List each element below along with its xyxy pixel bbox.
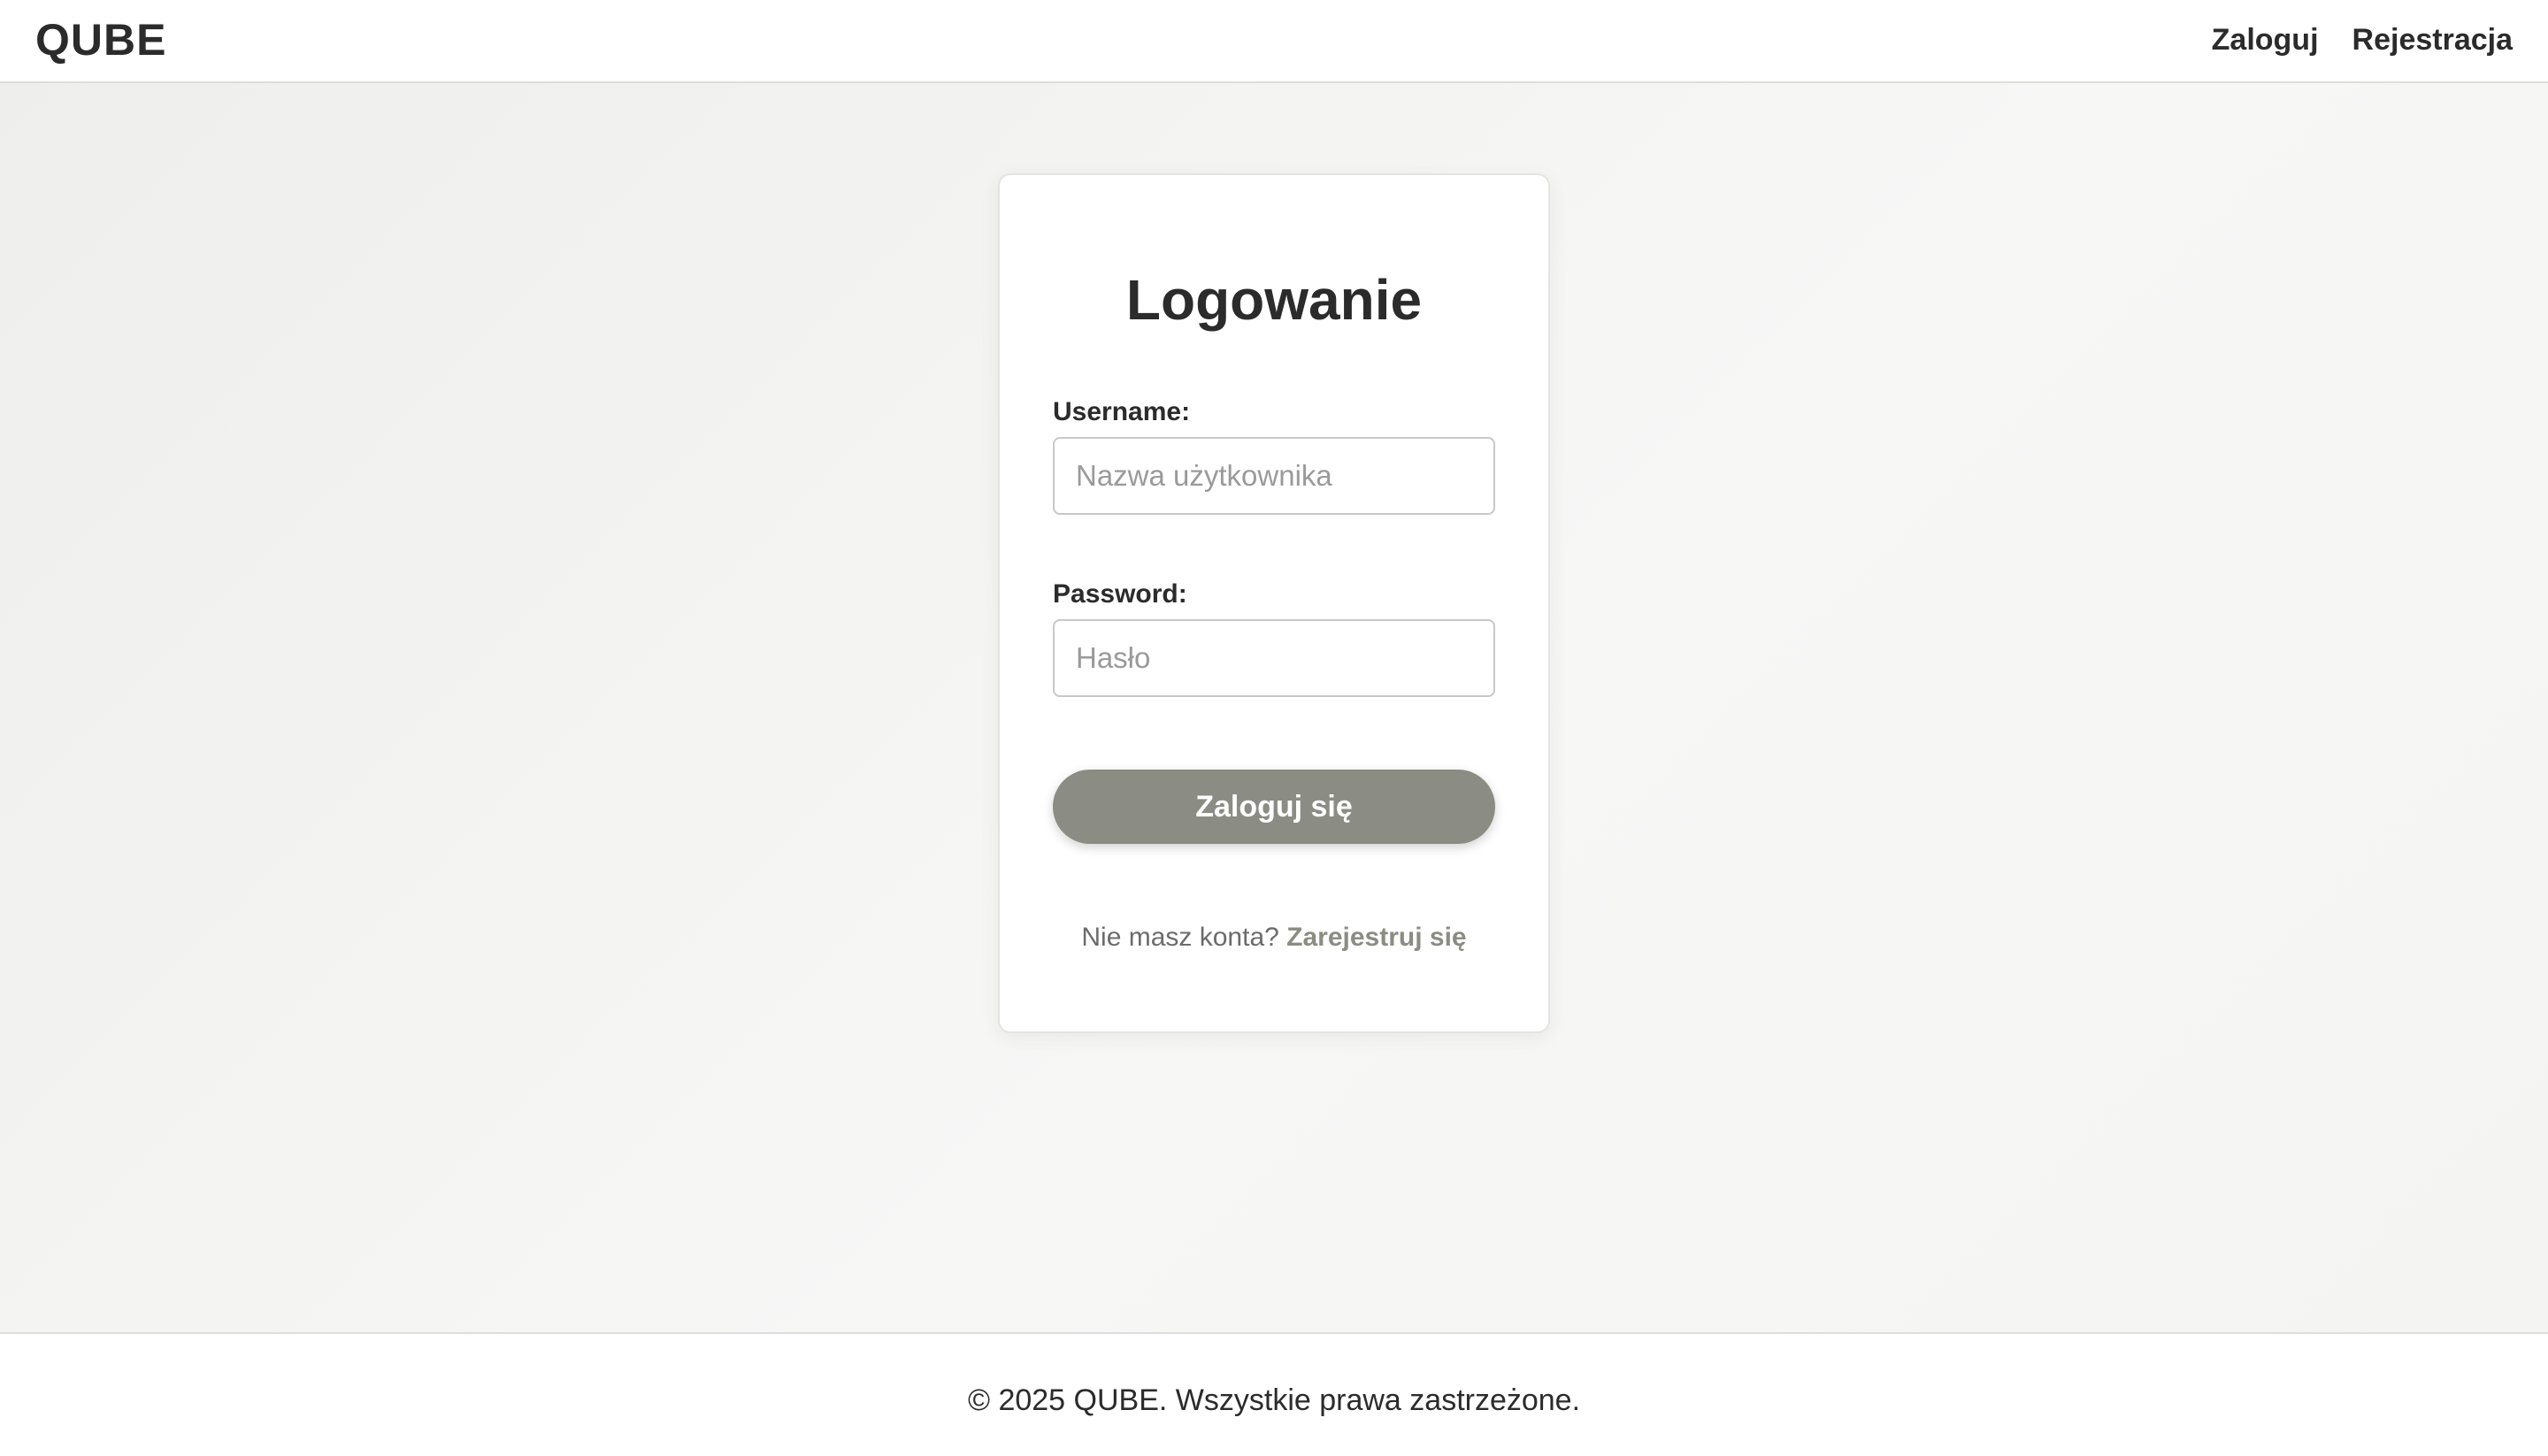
register-prompt-line: Nie masz konta? Zarejestruj się bbox=[1000, 920, 1548, 955]
nav-register-link[interactable]: Rejestracja bbox=[2352, 19, 2513, 60]
register-link[interactable]: Zarejestruj się bbox=[1286, 923, 1466, 952]
footer-copyright: © 2025 QUBE. Wszystkie prawa zastrzeżone… bbox=[967, 1383, 1581, 1417]
password-input[interactable] bbox=[1053, 619, 1495, 697]
header-nav: Zaloguj Rejestracja bbox=[2212, 19, 2513, 60]
login-card: Logowanie Username: Password: Zaloguj si… bbox=[998, 173, 1550, 1033]
username-input[interactable] bbox=[1053, 437, 1495, 515]
login-submit-button[interactable]: Zaloguj się bbox=[1053, 770, 1495, 844]
register-prompt-text: Nie masz konta? bbox=[1081, 923, 1287, 952]
password-label: Password: bbox=[1053, 579, 1187, 609]
login-title: Logowanie bbox=[1125, 268, 1423, 332]
username-label: Username: bbox=[1053, 397, 1191, 426]
page-footer: © 2025 QUBE. Wszystkie prawa zastrzeżone… bbox=[0, 1332, 2548, 1456]
nav-login-link[interactable]: Zaloguj bbox=[2212, 19, 2319, 60]
top-navbar: QUBE Zaloguj Rejestracja bbox=[0, 0, 2548, 83]
brand-logo[interactable]: QUBE bbox=[35, 12, 166, 67]
